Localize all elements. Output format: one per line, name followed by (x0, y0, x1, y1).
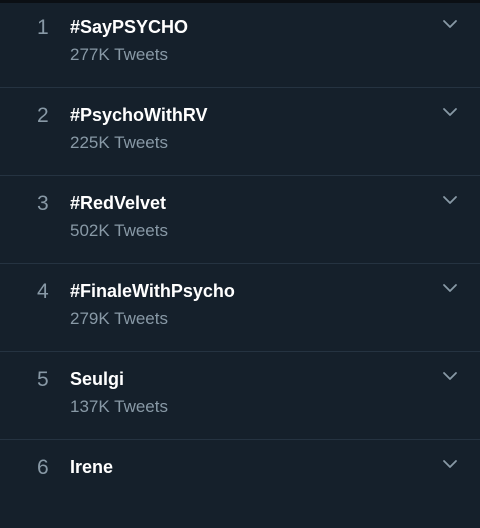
trend-rank: 2 (37, 104, 49, 127)
trend-item-2[interactable]: 2 #PsychoWithRV 225K Tweets (0, 88, 480, 176)
trend-rank: 6 (37, 456, 49, 479)
trend-rank: 4 (37, 280, 49, 303)
chevron-down-icon[interactable] (442, 458, 458, 470)
trends-list: 1 #SayPSYCHO 277K Tweets 2 #PsychoWithRV… (0, 0, 480, 528)
trend-tweet-count: 502K Tweets (70, 221, 168, 240)
trend-item-5[interactable]: 5 Seulgi 137K Tweets (0, 352, 480, 440)
chevron-down-icon[interactable] (442, 18, 458, 30)
trend-name[interactable]: #PsychoWithRV (70, 104, 208, 126)
trend-item-1[interactable]: 1 #SayPSYCHO 277K Tweets (0, 0, 480, 88)
trend-name[interactable]: Seulgi (70, 368, 124, 390)
trend-item-4[interactable]: 4 #FinaleWithPsycho 279K Tweets (0, 264, 480, 352)
chevron-down-icon[interactable] (442, 194, 458, 206)
trend-item-6[interactable]: 6 Irene (0, 440, 480, 528)
trend-tweet-count: 277K Tweets (70, 45, 168, 64)
trend-name[interactable]: Irene (70, 456, 113, 478)
trend-tweet-count: 279K Tweets (70, 309, 168, 328)
trend-rank: 5 (37, 368, 49, 391)
trend-rank: 1 (37, 16, 49, 39)
chevron-down-icon[interactable] (442, 370, 458, 382)
trend-name[interactable]: #FinaleWithPsycho (70, 280, 235, 302)
trend-name[interactable]: #SayPSYCHO (70, 16, 188, 38)
trend-rank: 3 (37, 192, 49, 215)
trend-tweet-count: 225K Tweets (70, 133, 168, 152)
trend-item-3[interactable]: 3 #RedVelvet 502K Tweets (0, 176, 480, 264)
chevron-down-icon[interactable] (442, 106, 458, 118)
trend-tweet-count: 137K Tweets (70, 397, 168, 416)
trend-name[interactable]: #RedVelvet (70, 192, 166, 214)
chevron-down-icon[interactable] (442, 282, 458, 294)
